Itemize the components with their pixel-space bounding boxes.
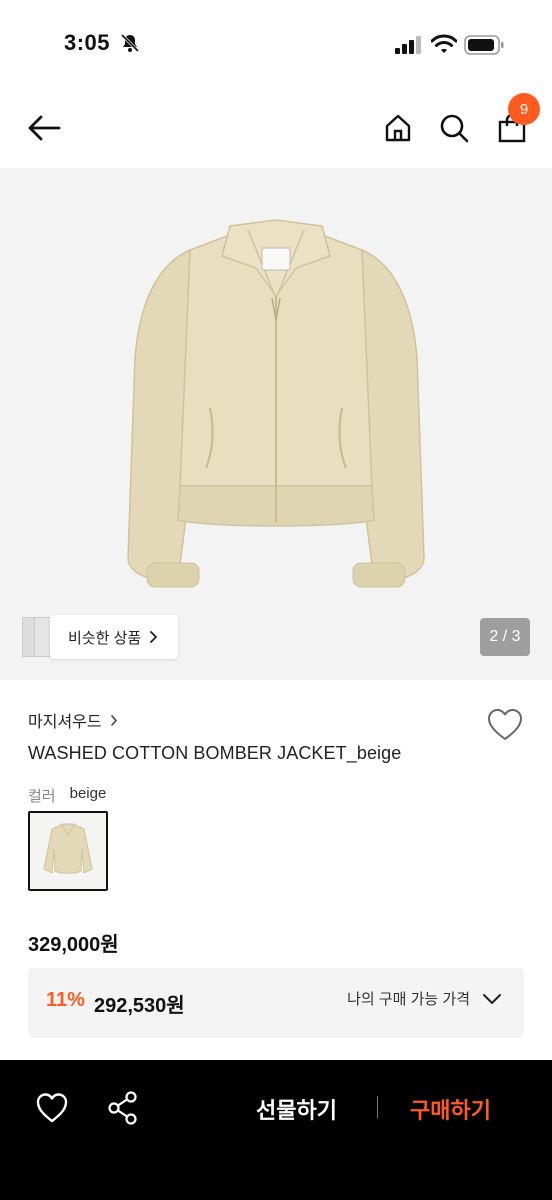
similar-products-label: 비슷한 상품 [68, 629, 142, 647]
cellular-signal-icon [395, 36, 421, 54]
chevron-down-icon [483, 993, 501, 1004]
color-swatch-beige[interactable] [28, 811, 108, 891]
wifi-icon [431, 34, 457, 53]
arrow-left-icon [28, 115, 61, 141]
share-icon[interactable] [106, 1090, 140, 1126]
color-option-row: 컬러 beige [28, 785, 106, 806]
product-name: WASHED COTTON BOMBER JACKET_beige [28, 743, 402, 763]
my-price-toggle[interactable]: 나의 구매 가능 가격 [347, 988, 502, 1009]
search-icon [440, 114, 469, 143]
product-image-gallery[interactable]: 비슷한 상품 2 / 3 [0, 168, 552, 680]
my-price-label: 나의 구매 가능 가격 [347, 991, 470, 1008]
discount-price-box: 11% 292,530원 나의 구매 가능 가격 [28, 968, 524, 1038]
heart-icon[interactable] [486, 706, 524, 744]
chevron-right-icon [110, 714, 117, 726]
chevron-right-icon [150, 631, 158, 643]
brand-name: 마지셔우드 [28, 714, 102, 731]
status-time: 3:05 [64, 30, 111, 55]
color-value: beige [69, 785, 107, 802]
bottom-action-bar: 선물하기 구매하기 [0, 1060, 552, 1200]
brand-link[interactable]: 마지셔우드 [28, 708, 118, 732]
bell-slash-icon [120, 33, 140, 53]
original-price: 329,000원 [28, 934, 119, 956]
similar-products-button[interactable]: 비슷한 상품 [50, 615, 179, 659]
color-label: 컬러 [28, 788, 56, 805]
product-image [127, 219, 425, 588]
search-button[interactable] [432, 106, 476, 150]
gift-button[interactable]: 선물하기 [256, 1093, 337, 1125]
discount-price: 292,530원 [94, 995, 185, 1017]
divider [377, 1096, 378, 1118]
home-icon [385, 114, 411, 142]
top-nav [0, 92, 552, 168]
battery-icon [464, 35, 504, 55]
cart-badge: 9 [508, 93, 540, 125]
discount-rate: 11% [46, 989, 85, 1011]
swatch-image [43, 823, 93, 874]
status-bar: 3:05 [0, 0, 552, 92]
home-button[interactable] [376, 106, 420, 150]
buy-button[interactable]: 구매하기 [410, 1093, 491, 1125]
heart-icon[interactable] [34, 1090, 70, 1126]
back-button[interactable] [20, 106, 68, 150]
page-indicator: 2 / 3 [480, 618, 530, 656]
